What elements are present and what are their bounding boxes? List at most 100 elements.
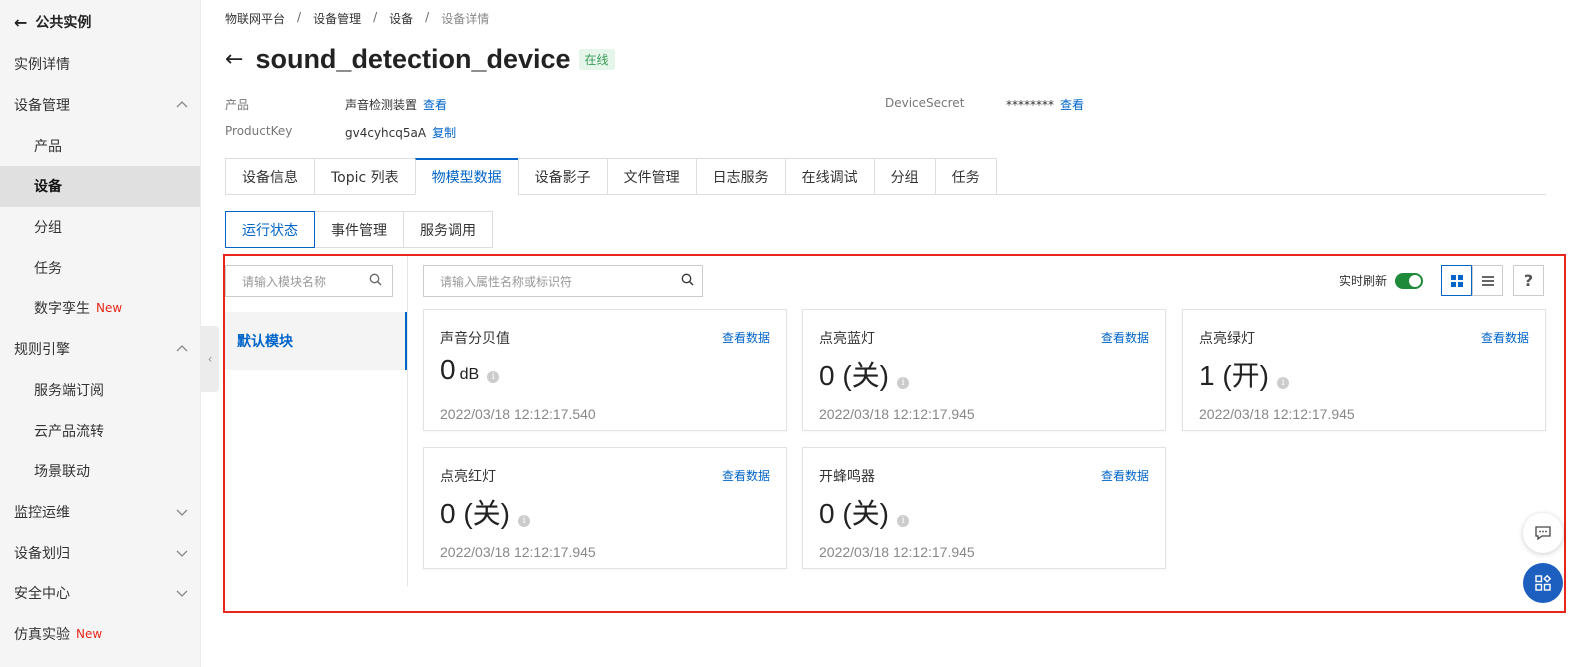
info-icon[interactable]: i: [487, 371, 500, 383]
page-title-row: ← sound_detection_device 在线: [225, 44, 615, 75]
module-search-placeholder: 请输入模块名称: [242, 274, 327, 289]
property-value-row: 0 dB i: [440, 354, 500, 386]
sidebar-item-label: 分组: [34, 220, 62, 237]
sidebar-item-device-mgmt[interactable]: 设备管理: [0, 85, 200, 126]
back-arrow-icon[interactable]: ←: [225, 47, 243, 72]
property-value: 0 (关): [440, 498, 511, 529]
sidebar-item-instance-detail[interactable]: 实例详情: [0, 44, 200, 85]
breadcrumb-item[interactable]: 设备: [389, 10, 413, 27]
module-search-input[interactable]: 请输入模块名称: [225, 265, 393, 297]
property-card: 点亮红灯 查看数据 0 (关) i 2022/03/18 12:12:17.945: [423, 447, 787, 569]
info-icon[interactable]: i: [518, 515, 531, 527]
property-value-row: 0 (关) i: [440, 492, 531, 532]
chevron-down-icon: [176, 550, 188, 557]
tab-3[interactable]: 设备影子: [517, 158, 607, 195]
sidebar-item-cloud-forwarding[interactable]: 云产品流转: [0, 410, 200, 451]
list-view-button[interactable]: [1472, 265, 1503, 296]
grid-view-button[interactable]: [1441, 265, 1472, 296]
tab-5[interactable]: 日志服务: [695, 158, 785, 195]
devicesecret-view-link[interactable]: 查看: [1060, 98, 1084, 112]
sidebar-item-label: 产品: [34, 138, 62, 155]
chevron-down-icon: [176, 509, 188, 516]
sidebar-item-scene-linkage[interactable]: 场景联动: [0, 451, 200, 492]
sidebar-item-label: 任务: [34, 260, 62, 277]
chevron-up-icon: [176, 101, 188, 108]
sidebar-item-label: 设备划归: [14, 545, 70, 562]
info-icon[interactable]: i: [1277, 377, 1290, 389]
property-card: 声音分贝值 查看数据 0 dB i 2022/03/18 12:12:17.540: [423, 309, 787, 431]
property-timestamp: 2022/03/18 12:12:17.540: [440, 406, 596, 422]
help-icon[interactable]: ?: [1513, 265, 1544, 296]
sidebar-item-device-assignment[interactable]: 设备划归: [0, 532, 200, 573]
sidebar-collapse-handle[interactable]: ‹: [201, 326, 219, 392]
back-arrow-icon[interactable]: ←: [14, 13, 27, 32]
sidebar-item-server-subscription[interactable]: 服务端订阅: [0, 370, 200, 411]
sidebar-item-product[interactable]: 产品: [0, 125, 200, 166]
view-data-link[interactable]: 查看数据: [722, 467, 770, 484]
module-item-default[interactable]: 默认模块: [225, 312, 407, 370]
sidebar-item-group[interactable]: 分组: [0, 207, 200, 248]
property-card: 点亮绿灯 查看数据 1 (开) i 2022/03/18 12:12:17.945: [1182, 309, 1546, 431]
info-icon[interactable]: i: [897, 515, 910, 527]
tab-7[interactable]: 分组: [873, 158, 935, 195]
sidebar-item-monitoring[interactable]: 监控运维: [0, 492, 200, 533]
panel-toolbar: 实时刷新 ?: [1339, 265, 1544, 296]
product-label: 产品: [225, 98, 250, 112]
property-search-input[interactable]: 请输入属性名称或标识符: [423, 265, 703, 297]
property-value: 0 (关): [819, 360, 890, 391]
view-data-link[interactable]: 查看数据: [1101, 467, 1149, 484]
property-value: 0 (关): [819, 498, 890, 529]
subtab-2[interactable]: 服务调用: [404, 211, 493, 248]
sidebar-item-label: 实例详情: [14, 57, 70, 74]
runtime-status-panel: 请输入模块名称 默认模块 请输入属性名称或标识符 实时刷新 ? 声音分贝值 查看数…: [223, 254, 1566, 613]
grid-icon: [1450, 274, 1463, 287]
tab-6[interactable]: 在线调试: [784, 158, 874, 195]
property-value-row: 0 (关) i: [819, 492, 910, 532]
sidebar-item-label: 数字孪生: [34, 301, 90, 318]
tab-2[interactable]: 物模型数据: [414, 158, 518, 195]
property-name: 点亮绿灯: [1199, 331, 1255, 347]
tab-4[interactable]: 文件管理: [606, 158, 696, 195]
view-data-link[interactable]: 查看数据: [1481, 329, 1529, 346]
tab-8[interactable]: 任务: [934, 158, 997, 195]
sidebar-item-device[interactable]: 设备: [0, 166, 200, 207]
chat-icon[interactable]: [1523, 513, 1563, 553]
property-value: 0: [440, 354, 456, 385]
property-search-placeholder: 请输入属性名称或标识符: [440, 274, 573, 289]
sidebar-item-label: 安全中心: [14, 586, 70, 603]
tab-0[interactable]: 设备信息: [225, 158, 314, 195]
search-icon[interactable]: [369, 273, 382, 289]
productkey-label: ProductKey: [225, 124, 293, 138]
breadcrumb-item[interactable]: 设备管理: [313, 10, 361, 27]
subtab-1[interactable]: 事件管理: [315, 211, 404, 248]
sidebar-item-label: 仿真实验: [14, 626, 70, 643]
product-view-link[interactable]: 查看: [423, 98, 447, 112]
property-value-row: 0 (关) i: [819, 354, 910, 394]
subtab-0[interactable]: 运行状态: [225, 211, 315, 248]
property-card: 开蜂鸣器 查看数据 0 (关) i 2022/03/18 12:12:17.945: [802, 447, 1166, 569]
realtime-refresh-toggle[interactable]: [1395, 272, 1423, 289]
module-divider: [407, 256, 408, 586]
devicesecret-value: ********: [1006, 98, 1054, 112]
sidebar: ← 公共实例 实例详情设备管理产品设备分组任务数字孪生 New 规则引擎服务端订阅云…: [0, 0, 201, 667]
sidebar-item-label: 监控运维: [14, 504, 70, 521]
search-icon[interactable]: [681, 273, 694, 289]
view-data-link[interactable]: 查看数据: [722, 329, 770, 346]
info-icon[interactable]: i: [897, 377, 910, 389]
apps-icon[interactable]: [1523, 563, 1563, 603]
breadcrumb-item[interactable]: 物联网平台: [225, 10, 285, 27]
sidebar-item-security-center[interactable]: 安全中心: [0, 573, 200, 614]
sidebar-item-task[interactable]: 任务: [0, 247, 200, 288]
sidebar-item-simulation[interactable]: 仿真实验 New: [0, 614, 200, 655]
sidebar-item-rule-engine[interactable]: 规则引擎: [0, 329, 200, 370]
sidebar-item-label: 规则引擎: [14, 342, 70, 359]
tab-1[interactable]: Topic 列表: [314, 158, 415, 195]
productkey-copy-link[interactable]: 复制: [432, 126, 456, 140]
sidebar-title[interactable]: ← 公共实例: [0, 0, 200, 44]
breadcrumb-item-current: 设备详情: [441, 12, 490, 26]
view-data-link[interactable]: 查看数据: [1101, 329, 1149, 346]
property-unit: dB: [459, 366, 480, 383]
sidebar-item-digital-twin[interactable]: 数字孪生 New: [0, 288, 200, 329]
property-name: 点亮红灯: [440, 469, 496, 485]
property-card: 点亮蓝灯 查看数据 0 (关) i 2022/03/18 12:12:17.945: [802, 309, 1166, 431]
